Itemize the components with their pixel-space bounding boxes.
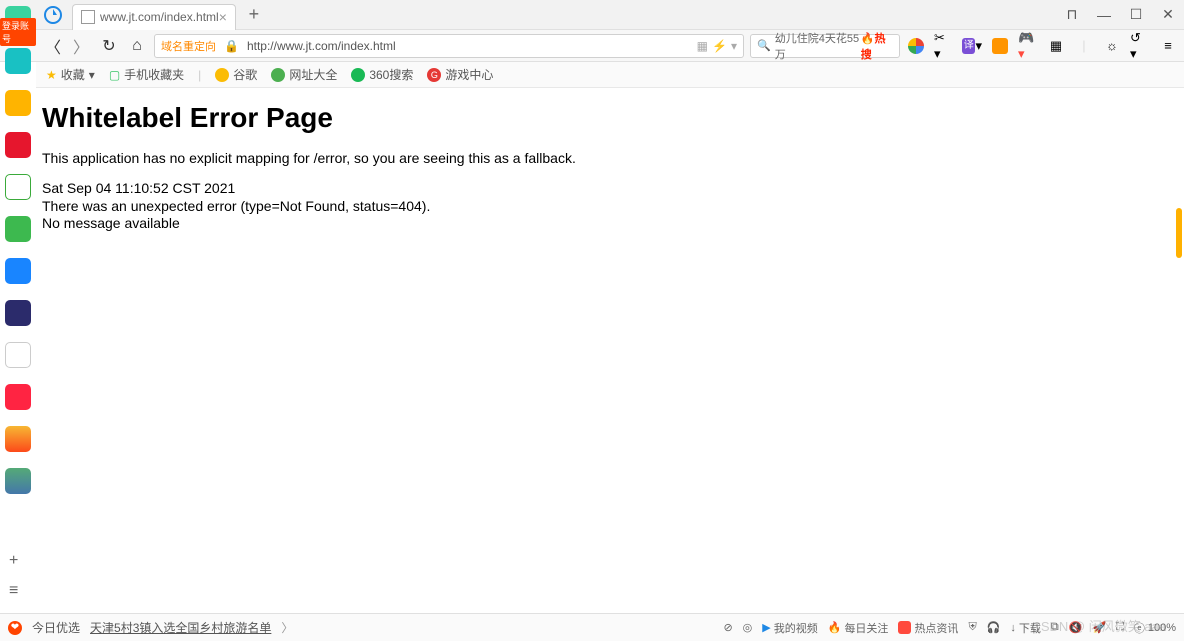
left-sidebar: 登录账号 + ≡ bbox=[0, 0, 36, 610]
page-subtitle: This application has no explicit mapping… bbox=[42, 150, 1184, 166]
sidebar-app-7[interactable] bbox=[5, 258, 31, 284]
search-text: 幼儿住院4天花55万 bbox=[775, 30, 861, 62]
hot-icon: ❤ bbox=[8, 621, 22, 635]
my-video[interactable]: ▶我的视频 bbox=[762, 620, 817, 636]
menu-icon[interactable]: ≡ bbox=[1158, 36, 1178, 56]
sidebar-app-10[interactable] bbox=[5, 384, 31, 410]
window-controls: ⊓ — ☐ ✕ bbox=[1056, 0, 1184, 30]
mini-icon-2[interactable]: ◎ bbox=[743, 621, 753, 634]
tab-bar: www.jt.com/index.html × + ⊓ — ☐ ✕ bbox=[0, 0, 1184, 30]
ext-icon-1[interactable] bbox=[906, 36, 926, 56]
game-icon[interactable]: 🎮 ▾ bbox=[1018, 36, 1038, 56]
bookmarks-google[interactable]: 谷歌 bbox=[215, 66, 257, 83]
mini-icon-1[interactable]: ⊘ bbox=[723, 621, 732, 634]
toolbar-icons: ✂ ▾ 译 ▾ 🎮 ▾ ▦ | ☼ ↺ ▾ ≡ bbox=[906, 36, 1178, 56]
error-timestamp: Sat Sep 04 11:10:52 CST 2021 bbox=[42, 180, 1184, 198]
scrollbar-indicator[interactable] bbox=[1176, 208, 1182, 258]
bookmarks-360[interactable]: 360搜索 bbox=[351, 66, 413, 83]
url-dropdown-icon[interactable]: ▾ bbox=[731, 39, 737, 53]
url-text: http://www.jt.com/index.html bbox=[247, 39, 396, 53]
hot-search-label: 🔥热搜 bbox=[861, 30, 893, 62]
watermark: CSDN @ 闲风微笑 aaa bbox=[1031, 616, 1166, 635]
new-tab-button[interactable]: + bbox=[242, 4, 266, 25]
security-icon[interactable] bbox=[990, 36, 1010, 56]
page-icon bbox=[81, 10, 95, 24]
reload-button[interactable]: ↻ bbox=[98, 35, 120, 57]
sidebar-app-6[interactable] bbox=[5, 216, 31, 242]
today-label[interactable]: 今日优选 bbox=[32, 619, 80, 636]
error-message: No message available bbox=[42, 215, 1184, 233]
lock-icon: 🔒 bbox=[224, 39, 239, 53]
search-icon: 🔍 bbox=[757, 39, 771, 52]
url-input[interactable]: 域名重定向 🔒 http://www.jt.com/index.html ▦ ⚡… bbox=[154, 34, 744, 58]
sidebar-app-11[interactable] bbox=[5, 426, 31, 452]
history-icon[interactable]: ↺ ▾ bbox=[1130, 36, 1150, 56]
minimize-button[interactable]: — bbox=[1088, 0, 1120, 30]
list-icon[interactable]: ≡ bbox=[9, 582, 27, 600]
bookmark-bar: ★收藏 ▾ ▢手机收藏夹 | 谷歌 网址大全 360搜索 G游戏中心 bbox=[36, 62, 1184, 88]
daily-focus[interactable]: 🔥每日关注 bbox=[828, 620, 889, 636]
headphone-icon[interactable]: 🎧 bbox=[987, 621, 1001, 634]
sidebar-app-8[interactable] bbox=[5, 300, 31, 326]
page-title: Whitelabel Error Page bbox=[42, 102, 1184, 134]
bookmarks-game[interactable]: G游戏中心 bbox=[427, 66, 493, 83]
forward-button[interactable]: 〉 bbox=[70, 35, 92, 57]
apps-icon[interactable]: ▦ bbox=[1046, 36, 1066, 56]
sidebar-app-5[interactable] bbox=[5, 174, 31, 200]
address-bar: 〈 〉 ↻ ⌂ 域名重定向 🔒 http://www.jt.com/index.… bbox=[0, 30, 1184, 62]
hot-news[interactable]: 热点资讯 bbox=[898, 620, 958, 636]
pin-button[interactable]: ⊓ bbox=[1056, 0, 1088, 30]
theme-icon[interactable]: ☼ bbox=[1102, 36, 1122, 56]
tab-close-icon[interactable]: × bbox=[219, 9, 227, 25]
sidebar-app-2[interactable] bbox=[5, 48, 31, 74]
bookmarks-fav[interactable]: ★收藏 ▾ bbox=[46, 66, 95, 83]
close-window-button[interactable]: ✕ bbox=[1152, 0, 1184, 30]
add-icon[interactable]: + bbox=[9, 552, 27, 570]
translate-icon[interactable]: 译 ▾ bbox=[962, 36, 982, 56]
error-detail: There was an unexpected error (type=Not … bbox=[42, 198, 1184, 216]
home-button[interactable]: ⌂ bbox=[126, 35, 148, 57]
maximize-button[interactable]: ☐ bbox=[1120, 0, 1152, 30]
login-tag[interactable]: 登录账号 bbox=[0, 18, 36, 46]
status-bar: ❤ 今日优选 天津5村3镇入选全国乡村旅游名单 〉 ⊘ ◎ ▶我的视频 🔥每日关… bbox=[0, 613, 1184, 641]
news-link[interactable]: 天津5村3镇入选全国乡村旅游名单 bbox=[90, 619, 271, 636]
browser-tab[interactable]: www.jt.com/index.html × bbox=[72, 4, 236, 30]
page-content: Whitelabel Error Page This application h… bbox=[42, 88, 1184, 247]
bookmarks-sitedir[interactable]: 网址大全 bbox=[271, 66, 337, 83]
sidebar-app-9[interactable] bbox=[5, 342, 31, 368]
tab-title: www.jt.com/index.html bbox=[100, 10, 219, 24]
news-next-icon[interactable]: 〉 bbox=[281, 619, 293, 636]
browser-logo[interactable] bbox=[38, 0, 68, 30]
fast-icon[interactable]: ⚡ bbox=[712, 39, 727, 53]
sidebar-app-3[interactable] bbox=[5, 90, 31, 116]
shield-icon[interactable]: ⛨ bbox=[968, 621, 976, 634]
qr-icon[interactable]: ▦ bbox=[697, 39, 708, 53]
screenshot-icon[interactable]: ✂ ▾ bbox=[934, 36, 954, 56]
bookmarks-mobile[interactable]: ▢手机收藏夹 bbox=[109, 66, 184, 83]
sidebar-app-12[interactable] bbox=[5, 468, 31, 494]
sidebar-app-4[interactable] bbox=[5, 132, 31, 158]
back-button[interactable]: 〈 bbox=[42, 35, 64, 57]
redirect-label: 域名重定向 bbox=[161, 38, 216, 54]
search-input[interactable]: 🔍 幼儿住院4天花55万 🔥热搜 bbox=[750, 34, 900, 58]
